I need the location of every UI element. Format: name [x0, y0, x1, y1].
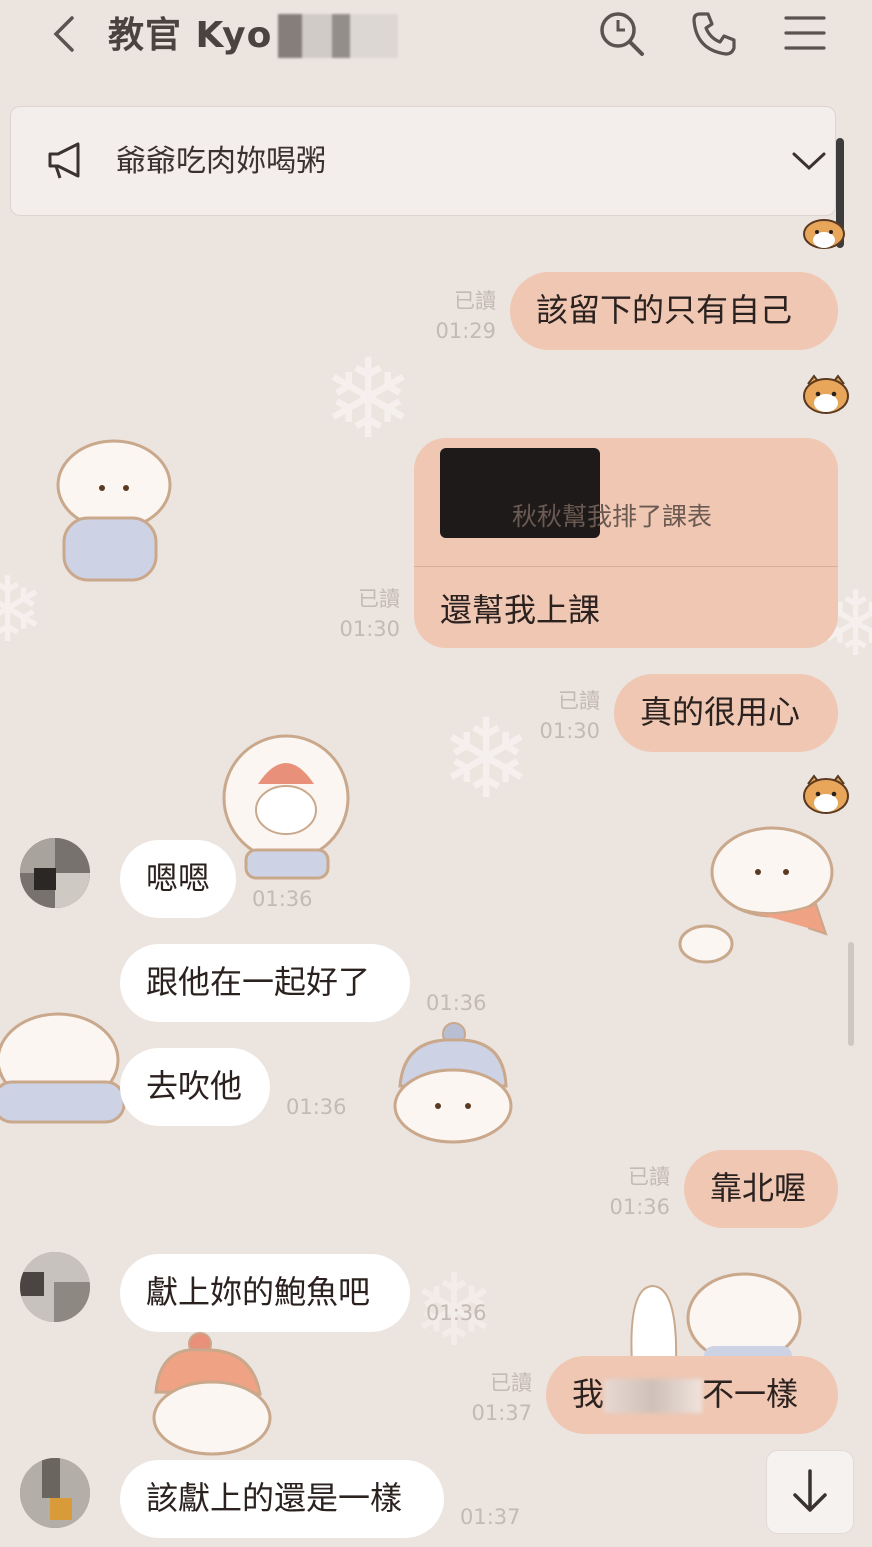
snowflake-decoration: ❄: [0, 558, 46, 663]
menu-button[interactable]: [780, 8, 832, 60]
read-receipt: 已讀: [358, 587, 400, 611]
phone-icon: [692, 12, 736, 56]
call-button[interactable]: [688, 8, 740, 60]
outgoing-message[interactable]: 真的很用心: [614, 674, 838, 752]
incoming-message[interactable]: 獻上妳的鮑魚吧: [120, 1254, 410, 1332]
message-time: 01:36: [426, 1301, 487, 1325]
quoted-message-text: 秋秋幫我排了課表: [512, 502, 713, 531]
contact-avatar[interactable]: [20, 1252, 90, 1322]
arrow-down-icon: [793, 1469, 827, 1512]
menu-icon: [784, 16, 826, 50]
shiba-dog-icon: [800, 214, 848, 254]
snowflake-decoration: ❄: [322, 335, 415, 463]
contact-avatar[interactable]: [20, 1458, 90, 1528]
censored-title-part: [278, 14, 398, 58]
outgoing-message[interactable]: 我 不一樣: [546, 1356, 838, 1434]
puppy-scarf-sticker: [676, 816, 846, 970]
contact-avatar[interactable]: [20, 838, 90, 908]
puppy-snowglobe-sticker: [218, 732, 358, 886]
chevron-down-icon: [792, 152, 826, 171]
shiba-dog-icon: [800, 374, 852, 420]
message-time: 01:36: [426, 991, 487, 1015]
incoming-message[interactable]: 去吹他: [120, 1048, 270, 1126]
outgoing-message[interactable]: 靠北喔: [684, 1150, 838, 1228]
snowflake-decoration: ❄: [440, 695, 533, 823]
expand-announcement-button[interactable]: [790, 146, 828, 180]
search-button[interactable]: [596, 8, 648, 60]
chat-title: 教官 Kyo: [108, 15, 273, 56]
puppy-sleeping-sticker: [0, 1006, 134, 1128]
chevron-left-icon: [53, 16, 74, 52]
back-button[interactable]: [44, 10, 84, 58]
message-time: 01:30: [339, 617, 400, 641]
puppy-orange-hat-sticker: [142, 1332, 288, 1460]
message-time: 01:30: [539, 719, 600, 743]
shiba-dog-icon: [800, 774, 852, 820]
message-time: 01:37: [471, 1401, 532, 1425]
puppy-beanie-sticker: [380, 1022, 526, 1150]
message-time: 01:29: [435, 319, 496, 343]
reply-divider: [414, 566, 838, 567]
message-time: 01:37: [460, 1505, 521, 1529]
reply-message-text: 還幫我上課: [440, 591, 601, 629]
scroll-indicator[interactable]: [848, 942, 854, 1046]
chat-header: 教官 Kyo: [0, 0, 872, 88]
message-text-start: 我: [572, 1375, 605, 1413]
message-time: 01:36: [252, 887, 313, 911]
read-receipt: 已讀: [490, 1371, 532, 1395]
scroll-to-bottom-button[interactable]: [766, 1450, 854, 1534]
read-receipt: 已讀: [454, 289, 496, 313]
censored-text: [604, 1379, 703, 1413]
message-time: 01:36: [609, 1195, 670, 1219]
puppy-sweater-sticker: [44, 430, 184, 594]
incoming-message[interactable]: 跟他在一起好了: [120, 944, 410, 1022]
announcement-text: 爺爺吃肉妳喝粥: [116, 144, 326, 179]
message-text-end: 不一樣: [702, 1375, 799, 1413]
read-receipt: 已讀: [628, 1165, 670, 1189]
megaphone-icon: [46, 140, 88, 186]
read-receipt: 已讀: [558, 689, 600, 713]
incoming-message[interactable]: 該獻上的還是一樣: [120, 1460, 444, 1538]
search-icon: [600, 12, 644, 56]
message-time: 01:36: [286, 1095, 347, 1119]
incoming-message[interactable]: 嗯嗯: [120, 840, 236, 918]
outgoing-message[interactable]: 該留下的只有自己: [510, 272, 838, 350]
